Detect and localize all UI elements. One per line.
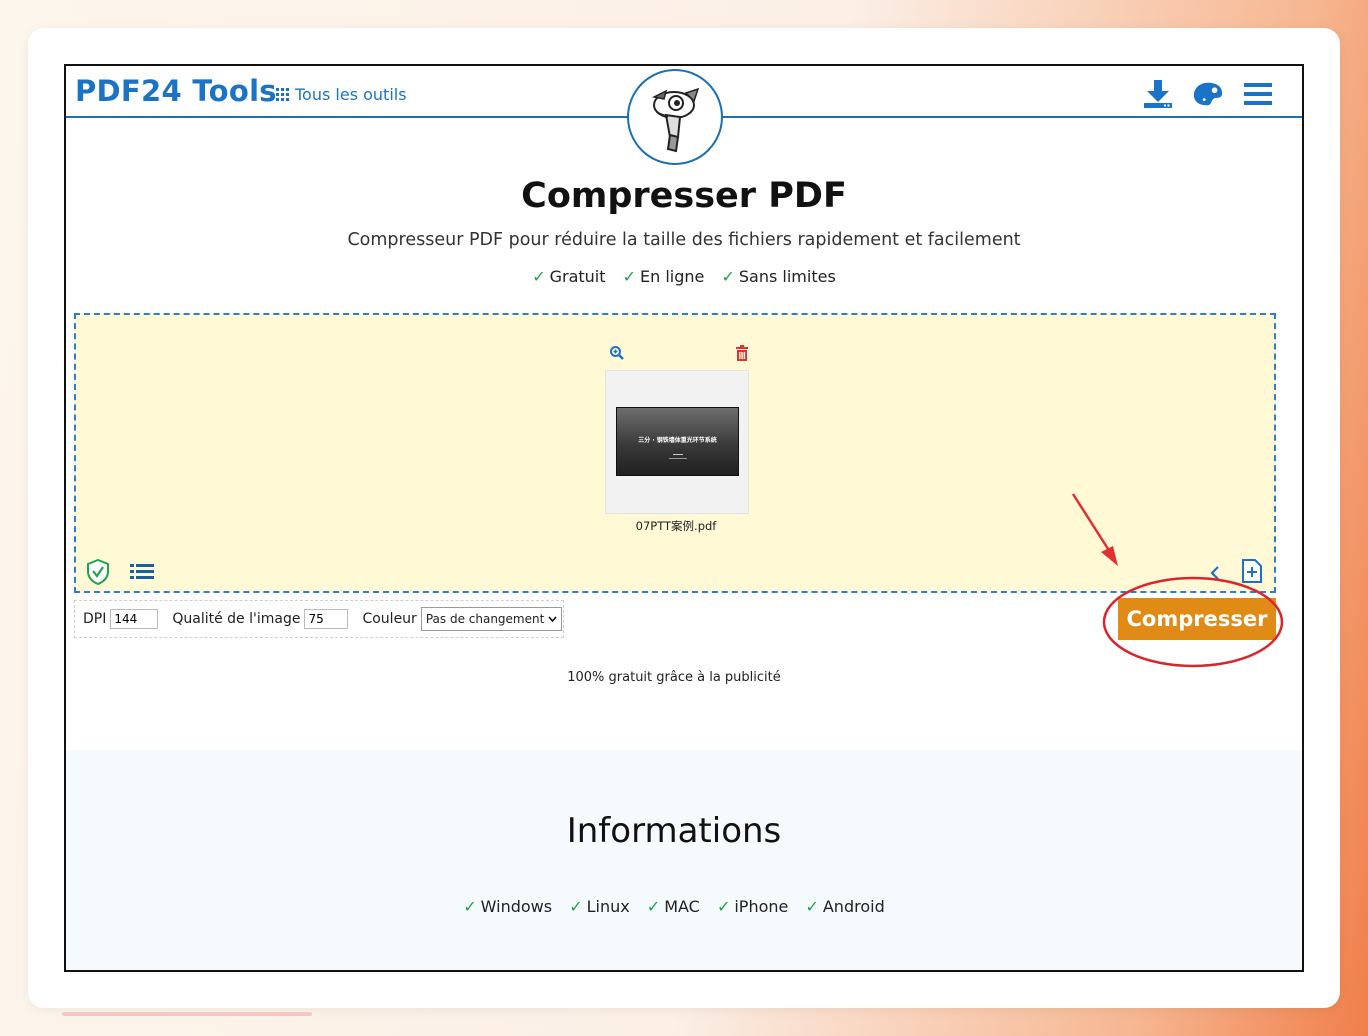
header-actions xyxy=(1142,78,1274,110)
check-icon: ✓ xyxy=(622,267,637,286)
quality-input[interactable] xyxy=(304,609,349,629)
compress-button[interactable]: Compresser xyxy=(1118,598,1276,640)
file-dropzone[interactable]: 三分 · 钢铁墙体重光环节系统 07PTT案例.pdf xyxy=(74,313,1276,593)
platform-item: ✓ Windows xyxy=(463,897,553,916)
feature-item: ✓ En ligne xyxy=(622,267,705,286)
ad-note: 100% gratuit grâce à la publicité xyxy=(567,670,781,685)
dpi-label: DPI xyxy=(83,611,107,627)
check-icon: ✓ xyxy=(646,897,661,916)
check-icon: ✓ xyxy=(569,897,583,916)
file-thumbnail[interactable]: 三分 · 钢铁墙体重光环节系统 xyxy=(605,370,749,514)
zoom-in-icon[interactable] xyxy=(609,345,625,365)
slide-preview: 三分 · 钢铁墙体重光环节系统 xyxy=(616,407,739,476)
quality-label: Qualité de l'image xyxy=(172,611,301,627)
page-subtitle: Compresseur PDF pour réduire la taille d… xyxy=(347,230,1021,250)
mascot-logo[interactable] xyxy=(627,69,723,165)
shield-icon[interactable] xyxy=(86,558,110,589)
info-title: Informations xyxy=(566,811,782,851)
feature-list: ✓ Gratuit ✓ En ligne ✓ Sans limites xyxy=(66,267,1302,286)
add-file-icon[interactable] xyxy=(1241,558,1263,588)
platform-item: ✓ Android xyxy=(805,897,885,916)
grid-icon xyxy=(276,88,289,101)
feature-item: ✓ Sans limites xyxy=(721,267,836,286)
all-tools-label: Tous les outils xyxy=(295,85,407,104)
trash-icon[interactable] xyxy=(735,345,749,365)
check-icon: ✓ xyxy=(721,267,735,286)
platform-item: ✓ Linux xyxy=(569,897,630,916)
check-icon: ✓ xyxy=(463,897,477,916)
page-title: Compresser PDF xyxy=(521,176,847,216)
info-section xyxy=(66,750,1302,970)
decorative-bar xyxy=(62,1012,312,1016)
check-icon: ✓ xyxy=(532,267,546,286)
color-select-value: Pas de changement xyxy=(425,612,545,626)
browser-frame: PDF24 Tools Tous les outils Compresser P… xyxy=(64,64,1304,972)
check-icon: ✓ xyxy=(805,897,819,916)
chevron-left-icon[interactable] xyxy=(1209,565,1221,584)
download-icon[interactable] xyxy=(1142,78,1174,110)
file-name: 07PTT案例.pdf xyxy=(635,519,717,533)
file-tools xyxy=(609,343,749,363)
color-select[interactable]: Pas de changement xyxy=(420,607,563,631)
check-icon: ✓ xyxy=(716,897,731,916)
platform-item: ✓ iPhone xyxy=(716,897,789,916)
menu-icon[interactable] xyxy=(1242,78,1274,110)
platform-item: ✓ MAC xyxy=(646,897,700,916)
platform-list: ✓ Windows ✓ Linux ✓ MAC ✓ iPhone ✓ Android xyxy=(66,897,1282,916)
brand-logo[interactable]: PDF24 Tools xyxy=(75,74,277,108)
palette-icon[interactable] xyxy=(1192,78,1224,110)
mascot-icon xyxy=(651,87,700,153)
slide-preview-text: 三分 · 钢铁墙体重光环节系统 xyxy=(638,437,717,444)
dpi-input[interactable] xyxy=(110,609,159,629)
compression-options: DPI Qualité de l'image Couleur Pas de ch… xyxy=(74,600,564,638)
color-label: Couleur xyxy=(362,611,417,627)
list-view-icon[interactable] xyxy=(130,563,154,585)
all-tools-link[interactable]: Tous les outils xyxy=(276,85,407,104)
chevron-down-icon xyxy=(548,616,557,622)
feature-item: ✓ Gratuit xyxy=(532,267,606,286)
